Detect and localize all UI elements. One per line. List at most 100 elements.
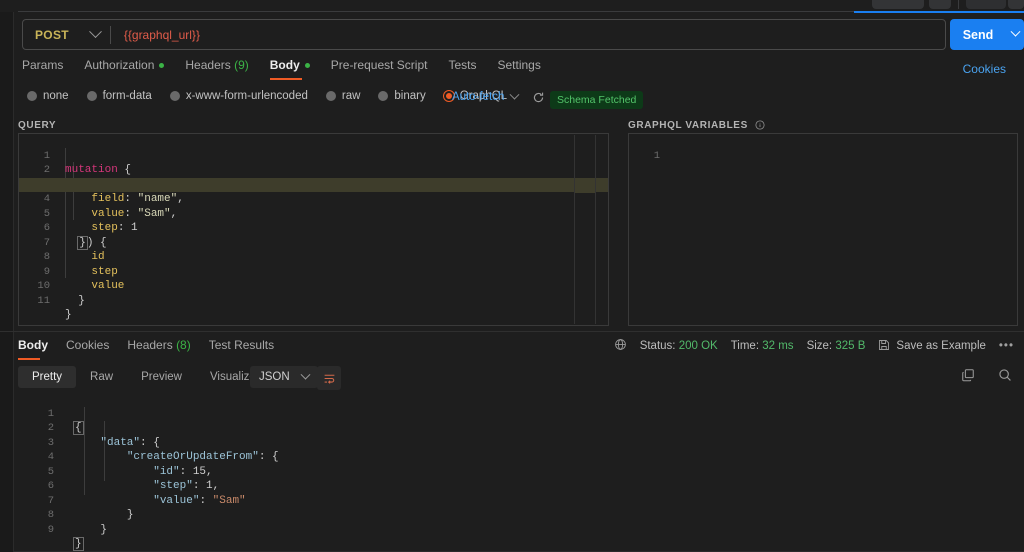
- response-body-viewer[interactable]: 1 { 2 "data": { 3 "createOrUpdateFrom": …: [18, 392, 1024, 552]
- code-line: 2 "data": {: [18, 407, 1024, 449]
- modified-dot-icon: [304, 63, 310, 69]
- tab-headers[interactable]: Headers (9): [185, 58, 261, 80]
- line-number: 11: [37, 294, 50, 307]
- status-label: Status:: [639, 340, 676, 352]
- save-as-example-button[interactable]: Save as Example: [878, 339, 986, 354]
- body-type-label: none: [43, 90, 69, 102]
- body-type-label: binary: [394, 90, 426, 102]
- code-line: 1 mutation {: [19, 134, 608, 177]
- top-chip-divider: [958, 0, 959, 9]
- send-options-button[interactable]: [1006, 19, 1024, 50]
- tab-authorization[interactable]: Authorization: [84, 58, 177, 80]
- tab-label: Pre-request Script: [330, 58, 428, 72]
- variables-label-text: GRAPHQL VARIABLES: [628, 120, 748, 131]
- save-as-example-label: Save as Example: [896, 340, 986, 352]
- top-chip-c[interactable]: [966, 0, 1006, 9]
- body-type-label: x-www-form-urlencoded: [185, 90, 308, 102]
- wrap-lines-button[interactable]: [317, 366, 341, 390]
- body-type-options: none form-data x-www-form-urlencoded raw…: [27, 90, 507, 102]
- variables-panel-label: GRAPHQL VARIABLES: [628, 120, 765, 133]
- postman-window: POST {{graphql_url}} Send Params Authori…: [0, 0, 1024, 552]
- tab-count: (8): [176, 338, 191, 352]
- tab-pre-request-script[interactable]: Pre-request Script: [331, 58, 441, 80]
- auto-fetch-selector[interactable]: Auto-fetch: [452, 89, 520, 103]
- method-selector[interactable]: POST: [23, 20, 110, 49]
- format-label: JSON: [259, 371, 290, 383]
- modified-dot-icon: [159, 63, 165, 69]
- wrap-lines-icon: [324, 374, 334, 384]
- time-value: 32 ms: [762, 340, 794, 352]
- top-accent-bar: [854, 11, 1024, 13]
- code-line: 4 "id": 15,: [18, 436, 1024, 478]
- code-line: 8 }: [18, 494, 1024, 536]
- editor-minimap[interactable]: [574, 135, 596, 324]
- request-tabs: Params Authorization Headers (9) Body Pr…: [22, 58, 562, 84]
- response-tab-body[interactable]: Body: [18, 338, 58, 360]
- tab-label: Settings: [497, 58, 541, 72]
- top-chip-a[interactable]: [872, 0, 924, 9]
- url-input[interactable]: {{graphql_url}}: [111, 28, 200, 42]
- response-tab-cookies[interactable]: Cookies: [66, 338, 119, 360]
- code-line: 1: [629, 134, 1017, 162]
- body-type-urlencoded[interactable]: x-www-form-urlencoded: [169, 90, 308, 102]
- body-type-form-data[interactable]: form-data: [86, 90, 152, 102]
- body-type-none[interactable]: none: [27, 90, 69, 102]
- tab-params[interactable]: Params: [22, 58, 76, 80]
- code-line: 8 step: [19, 236, 608, 278]
- info-icon[interactable]: [755, 120, 765, 133]
- view-mode-raw[interactable]: Raw: [76, 366, 127, 388]
- code-text: }: [65, 309, 72, 321]
- cookies-link[interactable]: Cookies: [963, 62, 1006, 76]
- code-line: 5 step: 1: [19, 192, 608, 235]
- graphql-variables-editor[interactable]: 1: [628, 133, 1018, 326]
- globe-icon[interactable]: [614, 338, 627, 354]
- status-block: Status: 200 OK: [640, 340, 718, 352]
- response-tab-test-results[interactable]: Test Results: [209, 338, 284, 360]
- tab-label: Tests: [448, 58, 477, 72]
- view-mode-pretty[interactable]: Pretty: [18, 366, 77, 388]
- tab-label: Authorization: [84, 58, 155, 72]
- ellipsis-icon[interactable]: •••: [999, 340, 1014, 352]
- radio-icon: [27, 91, 37, 101]
- chevron-down-icon: [509, 89, 520, 100]
- radio-icon: [169, 91, 180, 101]
- chevron-down-icon: [1010, 26, 1020, 37]
- chevron-down-icon: [89, 25, 102, 39]
- left-rail: [0, 0, 14, 552]
- view-mode-preview[interactable]: Preview: [127, 366, 196, 388]
- status-value: 200 OK: [678, 340, 718, 352]
- response-view-modes: Pretty Raw Preview Visualize: [18, 366, 270, 388]
- body-type-raw[interactable]: raw: [325, 90, 360, 102]
- code-line: 9 value: [19, 250, 608, 293]
- response-status-strip: Status: 200 OK Time: 32 ms Size: 325 B S…: [614, 338, 1014, 354]
- body-type-binary[interactable]: binary: [378, 90, 426, 102]
- time-block: Time: 32 ms: [731, 340, 794, 352]
- graphql-query-editor[interactable]: 1 mutation { 2 createOrUpdateFrom(create…: [18, 133, 609, 326]
- send-button[interactable]: Send: [950, 19, 1006, 50]
- tab-label: Headers: [127, 338, 173, 352]
- chevron-down-icon: [300, 369, 311, 380]
- tab-label: Test Results: [208, 338, 275, 352]
- code-line: 7 }: [18, 479, 1024, 522]
- response-format-selector[interactable]: JSON: [250, 366, 318, 388]
- tab-body[interactable]: Body: [269, 58, 323, 80]
- time-label: Time:: [730, 340, 760, 352]
- copy-icon[interactable]: [961, 368, 975, 387]
- code-line: 6 "value": "Sam": [18, 465, 1024, 507]
- code-line: 11 }: [19, 279, 608, 322]
- search-icon[interactable]: [998, 368, 1012, 387]
- line-number: 9: [47, 523, 54, 536]
- save-icon: [878, 339, 890, 354]
- tab-settings[interactable]: Settings: [497, 58, 553, 80]
- query-panel-label: QUERY: [18, 120, 57, 131]
- tab-count: (9): [234, 58, 249, 72]
- response-tab-headers[interactable]: Headers (8): [127, 338, 200, 360]
- top-chip-d[interactable]: [1008, 0, 1024, 9]
- code-text: }: [100, 523, 108, 536]
- response-tabs: Body Cookies Headers (8) Test Results: [18, 338, 292, 360]
- refresh-schema-button[interactable]: [532, 91, 545, 109]
- tab-tests[interactable]: Tests: [448, 58, 489, 80]
- pane-splitter[interactable]: [0, 331, 1024, 332]
- top-chip-b[interactable]: [929, 0, 951, 9]
- url-bar: POST {{graphql_url}}: [22, 19, 946, 50]
